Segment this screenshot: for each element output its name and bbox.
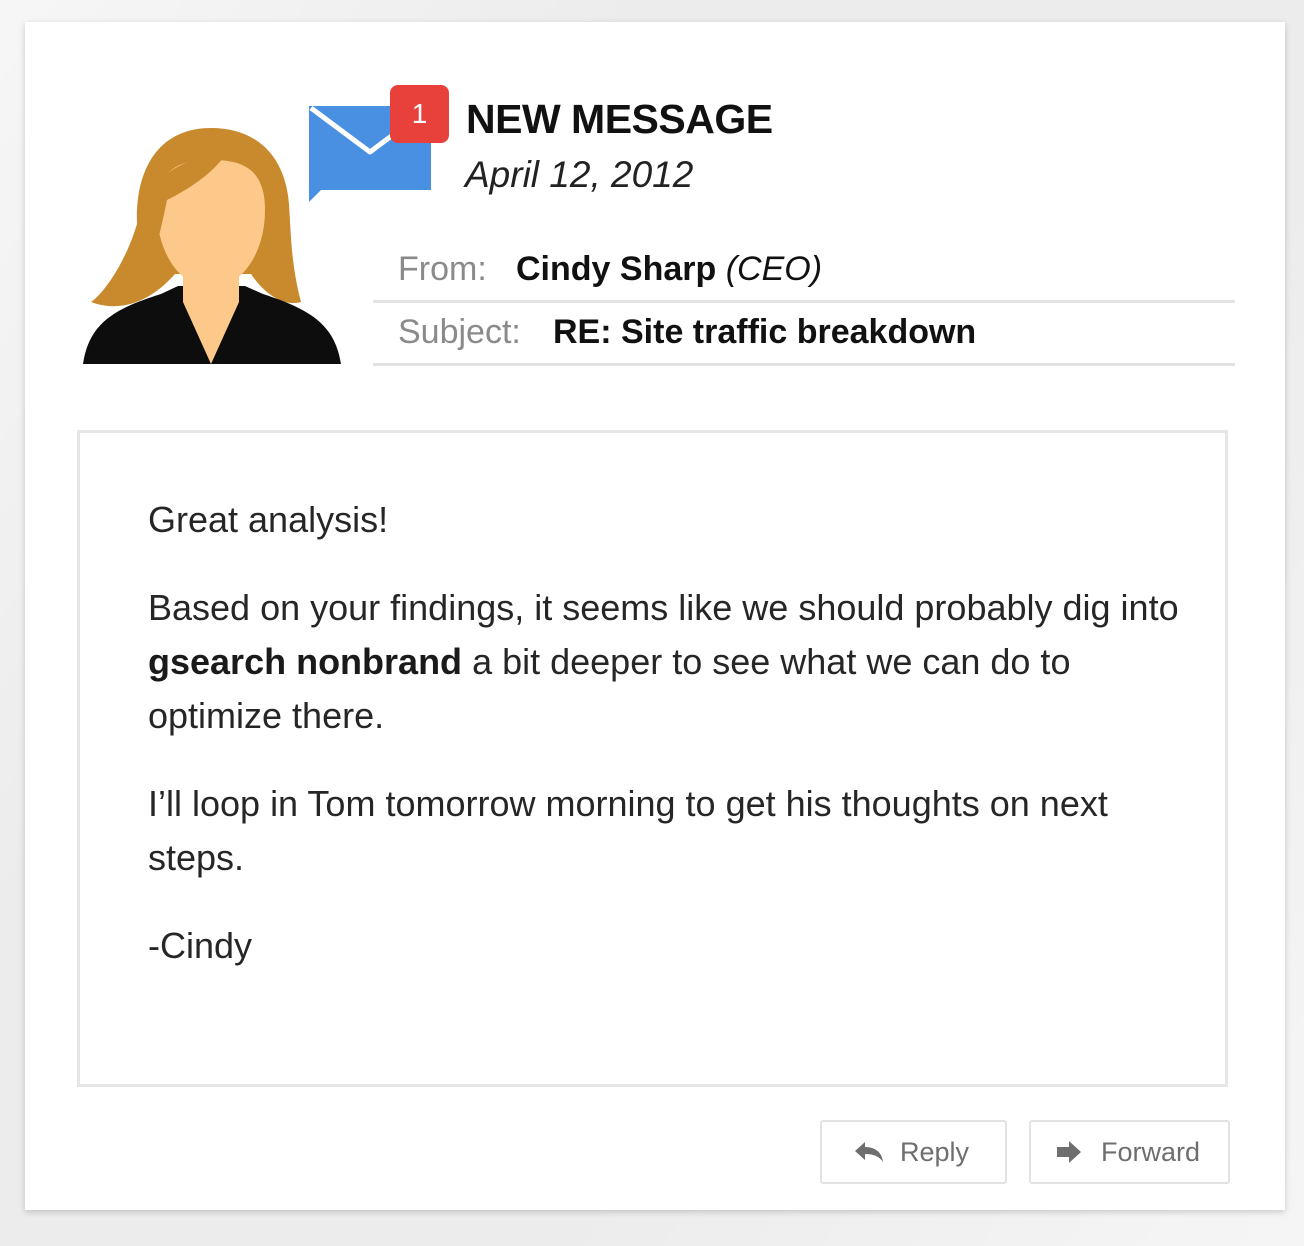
sender: Cindy Sharp (CEO) [516,250,822,289]
reply-button[interactable]: Reply [820,1120,1007,1184]
subject-value: RE: Site traffic breakdown [553,313,977,351]
sender-role: (CEO) [725,250,823,288]
sender-name: Cindy Sharp [516,250,717,288]
forward-button[interactable]: Forward [1029,1120,1230,1184]
forward-label: Forward [1101,1136,1201,1167]
subject-label: Subject: [398,313,521,351]
followup-paragraph: I’ll loop in Tom tomorrow morning to get… [148,783,1108,878]
signature: -Cindy [148,925,253,966]
greeting-paragraph: Great analysis! [148,499,389,540]
forward-arrow-icon [1057,1141,1081,1163]
reply-label: Reply [900,1136,970,1167]
message-date: April 12, 2012 [465,154,694,195]
notification-badge: 1 [390,85,449,143]
subject-row: Subject: RE: Site traffic breakdown [373,301,1235,366]
from-row: From: Cindy Sharp (CEO) [373,238,1235,303]
findings-text-start: Based on your findings, it seems like we… [148,587,1179,628]
email-card: 1 NEW MESSAGE April 12, 2012 From: Cindy… [25,22,1285,1210]
from-label: From: [398,250,487,288]
notification-title: NEW MESSAGE [466,96,773,142]
woman-avatar-icon [83,128,341,364]
reply-arrow-icon [855,1142,883,1162]
findings-highlight: gsearch nonbrand [148,641,463,682]
message-text: Great analysis! Based on your findings, … [148,493,1188,1007]
findings-paragraph: Based on your findings, it seems like we… [148,581,1188,743]
message-body: Great analysis! Based on your findings, … [77,430,1228,1087]
